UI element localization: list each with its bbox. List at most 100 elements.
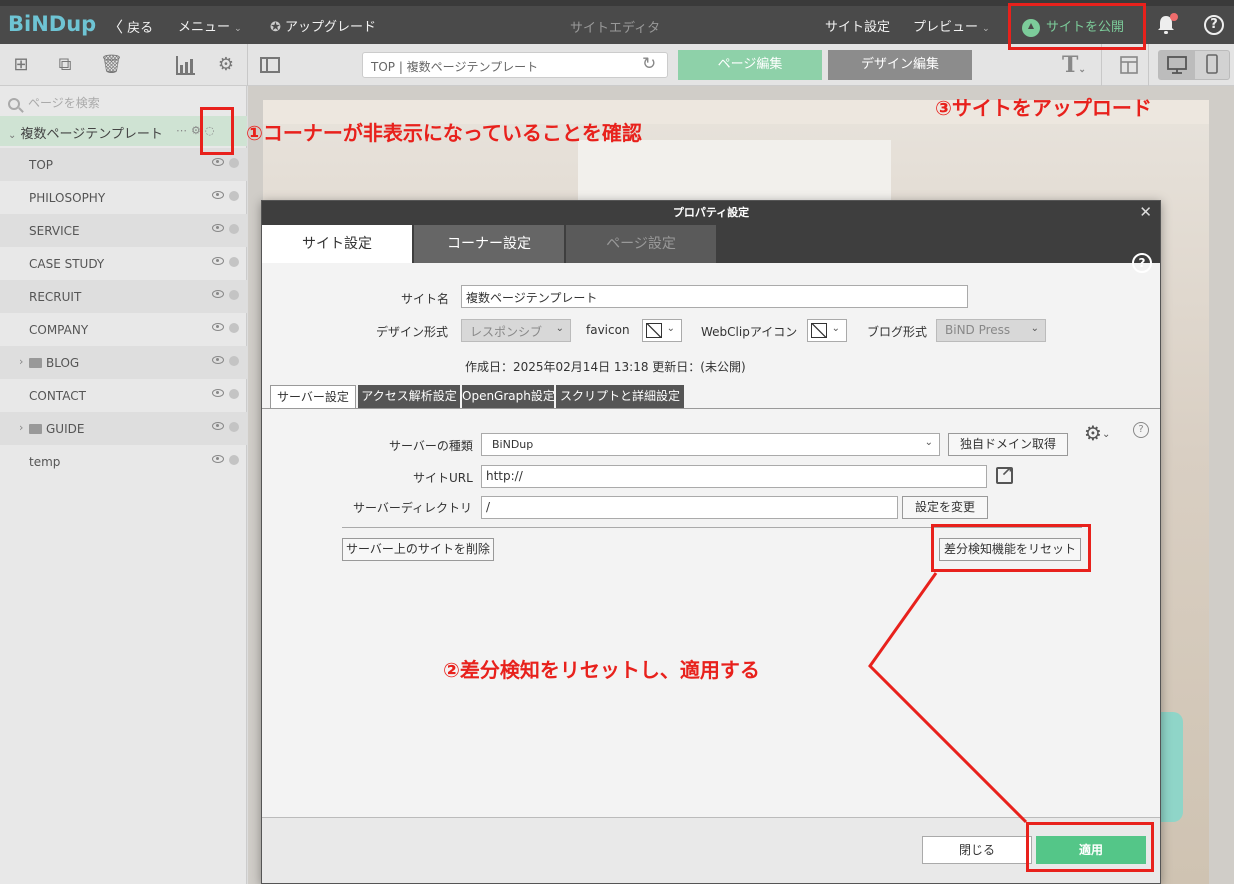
annotation-step2: ②差分検知をリセットし、適用する <box>443 658 760 682</box>
page-item-temp[interactable]: temp <box>0 445 247 478</box>
page-url-field[interactable]: TOP | 複数ページテンプレート <box>362 52 668 78</box>
site-name-input[interactable]: 複数ページテンプレート <box>461 285 968 308</box>
page-item-philosophy[interactable]: PHILOSOPHY <box>0 181 247 214</box>
delete-server-site-button[interactable]: サーバー上のサイトを削除 <box>342 538 494 561</box>
trash-icon[interactable]: 🗑 <box>100 54 123 76</box>
chevron-down-icon: ⌄ <box>8 130 17 141</box>
page-sidebar: ページを検索 ⌄ 複数ページテンプレート ⋯⚙◌ TOP PHILOSOPHY … <box>0 86 247 884</box>
help-icon[interactable]: ? <box>1132 253 1152 273</box>
subtab-divider <box>262 408 1160 409</box>
dialog-tabs: サイト設定 コーナー設定 ページ設定 ? <box>262 225 1160 273</box>
site-root-label: 複数ページテンプレート <box>20 127 163 142</box>
page-item-blog[interactable]: › BLOG <box>0 346 247 379</box>
eye-icon[interactable] <box>212 191 224 199</box>
page-item-recruit[interactable]: RECRUIT <box>0 280 247 313</box>
chevron-down-icon: ⌄ <box>1101 429 1111 440</box>
server-gear-button[interactable]: ⚙⌄ <box>1084 421 1110 445</box>
notification-dot <box>1170 13 1178 21</box>
reload-icon[interactable]: ↻ <box>642 54 656 74</box>
server-dir-input[interactable]: / <box>481 496 898 519</box>
page-label: TOP <box>29 158 54 172</box>
site-url-input[interactable]: http:// <box>481 465 987 488</box>
desktop-view-button[interactable] <box>1159 51 1195 79</box>
annotation-box-apply <box>1026 822 1154 872</box>
tab-analytics-settings[interactable]: アクセス解析設定 <box>358 385 460 409</box>
analytics-icon[interactable] <box>175 54 197 76</box>
chevron-right-icon[interactable]: › <box>19 421 23 434</box>
tab-page-settings[interactable]: ページ設定 <box>566 225 716 263</box>
eye-icon[interactable] <box>212 158 224 166</box>
page-item-contact[interactable]: CONTACT <box>0 379 247 412</box>
gear-icon[interactable]: ⚙ <box>215 54 237 76</box>
chevron-right-icon[interactable]: › <box>19 355 23 368</box>
toolbar-divider <box>247 44 248 86</box>
gear-icon: ⚙ <box>1084 421 1102 445</box>
site-settings-button[interactable]: サイト設定 <box>825 16 890 35</box>
page-item-guide[interactable]: › GUIDE <box>0 412 247 445</box>
page-label: CONTACT <box>29 389 86 403</box>
webclip-label: WebClipアイコン <box>701 325 798 339</box>
chevron-left-icon: 〈 <box>108 18 124 36</box>
menu-label: メニュー <box>178 20 231 35</box>
eye-icon[interactable] <box>212 290 224 298</box>
status-dot <box>229 257 239 267</box>
server-type-label: サーバーの種類 <box>389 439 473 453</box>
tab-corner-settings[interactable]: コーナー設定 <box>414 225 564 263</box>
blog-format-value: BiND Press <box>945 323 1011 337</box>
change-settings-button[interactable]: 設定を変更 <box>902 496 988 519</box>
tab-opengraph-settings[interactable]: OpenGraph設定 <box>462 385 555 409</box>
page-item-case-study[interactable]: CASE STUDY <box>0 247 247 280</box>
close-button[interactable]: 閉じる <box>922 836 1032 864</box>
eye-icon[interactable] <box>212 422 224 430</box>
mobile-icon[interactable] <box>1195 51 1229 79</box>
design-format-value: レスポンシブ <box>470 325 543 339</box>
page-label: GUIDE <box>46 422 85 436</box>
external-link-icon[interactable] <box>996 464 1013 484</box>
tab-server-settings[interactable]: サーバー設定 <box>270 385 356 409</box>
favicon-label: favicon <box>586 323 630 337</box>
eye-icon[interactable] <box>212 455 224 463</box>
chevron-down-icon: ⌄ <box>234 24 242 34</box>
annotation-box-reset <box>931 524 1091 572</box>
server-type-select[interactable]: BiNDup ⌄ <box>481 433 940 456</box>
toolbar-divider <box>1101 44 1102 86</box>
server-type-value: BiNDup <box>492 438 534 451</box>
add-page-icon[interactable]: ⊞ <box>10 54 32 76</box>
eye-icon[interactable] <box>212 356 224 364</box>
webclip-select[interactable]: ⌄ <box>807 319 847 342</box>
preview-label: プレビュー <box>913 20 979 35</box>
blog-format-select[interactable]: BiND Press ⌄ <box>936 319 1046 342</box>
more-icon[interactable]: ⋯ <box>176 124 191 137</box>
preview-button[interactable]: プレビュー ⌄ <box>913 16 990 35</box>
status-dot <box>229 158 239 168</box>
menu-button[interactable]: メニュー ⌄ <box>178 16 242 35</box>
page-item-company[interactable]: COMPANY <box>0 313 247 346</box>
eye-icon[interactable] <box>212 323 224 331</box>
own-domain-button[interactable]: 独自ドメイン取得 <box>948 433 1068 456</box>
site-name-label: サイト名 <box>401 292 450 306</box>
help-icon[interactable]: ? <box>1204 15 1224 35</box>
tab-script-settings[interactable]: スクリプトと詳細設定 <box>556 385 684 409</box>
design-format-select[interactable]: レスポンシブ ⌄ <box>461 319 571 342</box>
page-item-service[interactable]: SERVICE <box>0 214 247 247</box>
eye-icon[interactable] <box>212 257 224 265</box>
page-edit-button[interactable]: ページ編集 <box>678 50 822 80</box>
text-style-icon[interactable]: T⌄ <box>1062 52 1086 78</box>
layout-icon[interactable] <box>1118 54 1140 76</box>
close-icon[interactable]: ✕ <box>1139 205 1152 220</box>
back-button[interactable]: 〈 戻る <box>108 16 153 37</box>
help-icon[interactable]: ? <box>1133 422 1149 438</box>
status-dot <box>229 191 239 201</box>
favicon-select[interactable]: ⌄ <box>642 319 682 342</box>
eye-icon[interactable] <box>212 224 224 232</box>
device-toggle <box>1158 50 1230 80</box>
eye-icon[interactable] <box>212 389 224 397</box>
duplicate-page-icon[interactable]: ⧉ <box>54 54 76 76</box>
design-edit-button[interactable]: デザイン編集 <box>828 50 972 80</box>
upgrade-button[interactable]: ✪ アップグレード <box>270 16 376 35</box>
sidebar-toggle-icon[interactable] <box>259 54 281 76</box>
tab-site-settings[interactable]: サイト設定 <box>262 225 412 263</box>
page-label: BLOG <box>46 356 80 370</box>
annotation-box-publish <box>1008 3 1146 50</box>
annotation-box-corner-hidden <box>200 107 234 155</box>
